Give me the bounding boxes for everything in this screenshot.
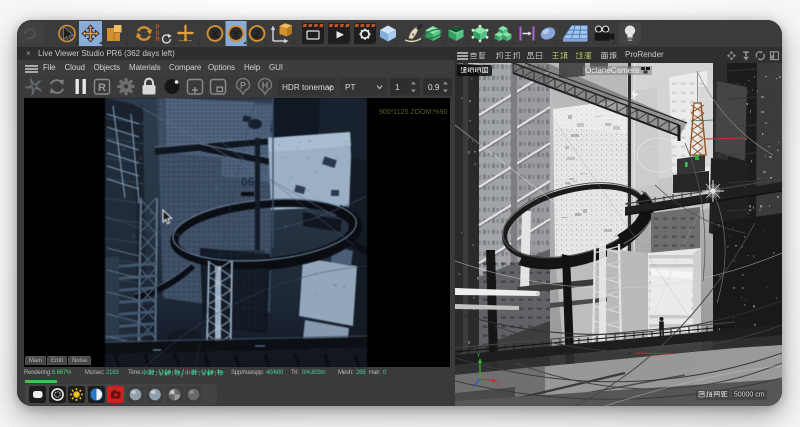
svg-text:Y: Y: [232, 28, 239, 40]
svg-text:PT: PT: [345, 83, 355, 92]
svg-text:0.9: 0.9: [428, 83, 440, 92]
svg-text:06: 06: [241, 175, 255, 189]
svg-text:H: H: [262, 81, 269, 91]
svg-text:1: 1: [395, 83, 400, 92]
svg-text:X: X: [497, 382, 501, 388]
svg-text:P: P: [240, 81, 246, 91]
svg-text:HDR tonemap: HDR tonemap: [282, 83, 334, 92]
svg-text:R: R: [98, 82, 106, 94]
svg-text:Y: Y: [477, 353, 481, 359]
svg-text:R: R: [156, 37, 161, 43]
svg-text:Z: Z: [254, 28, 261, 40]
svg-text:X: X: [211, 28, 218, 40]
